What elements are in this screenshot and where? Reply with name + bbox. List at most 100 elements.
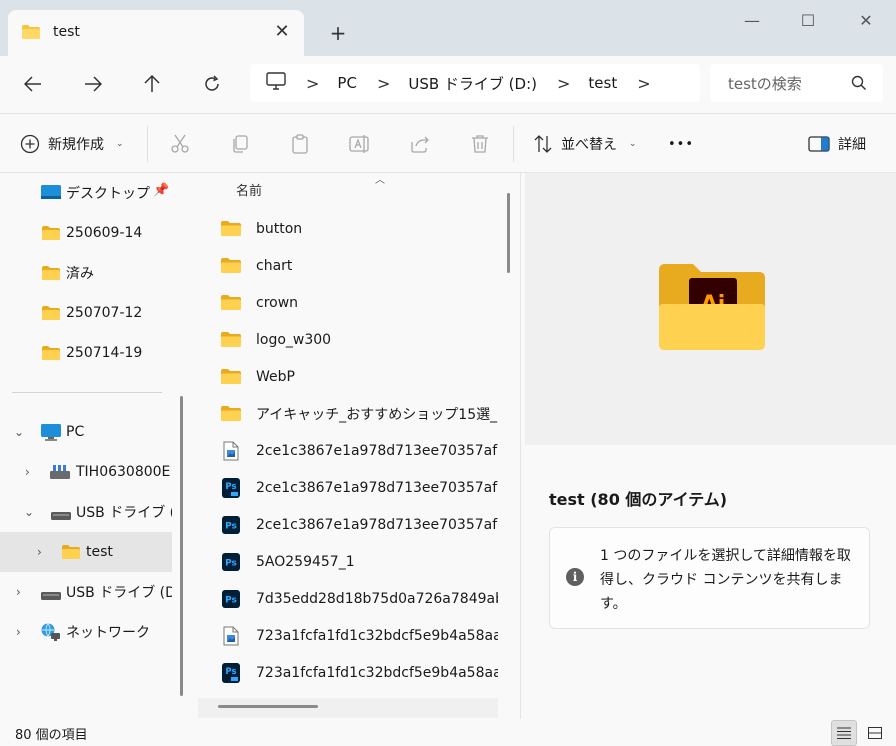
- nav-item-250707-12[interactable]: 250707-12: [0, 293, 172, 333]
- arrow-left-icon: [24, 76, 41, 92]
- cut-icon[interactable]: [169, 133, 191, 155]
- delete-icon[interactable]: [469, 133, 491, 155]
- rename-icon[interactable]: [349, 133, 371, 155]
- folder-icon: [220, 406, 242, 421]
- file-name: 2ce1c3867e1a978d713ee70357af1e79: [256, 442, 498, 459]
- nav-item-pc[interactable]: ⌄ PC: [0, 412, 172, 452]
- forward-button[interactable]: [78, 69, 108, 99]
- chevron-right-icon[interactable]: ›: [16, 585, 21, 599]
- info-icon: i: [566, 568, 584, 586]
- file-name: 723a1fcfa1fd1c32bdcf5e9b4a58aa8a_: [256, 664, 498, 681]
- info-box: i 1 つのファイルを選択して詳細情報を取得し、クラウド コンテンツを共有します…: [549, 527, 870, 629]
- nav-item-local-drive[interactable]: › TIH0630800E (: [0, 452, 172, 492]
- folder-icon: [42, 346, 60, 364]
- sort-icon: [534, 135, 552, 153]
- file-row[interactable]: logo_w300: [198, 321, 498, 358]
- breadcrumb-test[interactable]: test: [588, 74, 617, 92]
- file-row[interactable]: crown: [198, 284, 498, 321]
- file-name: 723a1fcfa1fd1c32bdcf5e9b4a58aa8a_: [256, 627, 498, 644]
- nav-item-desktop[interactable]: デスクトップ 📌: [0, 173, 172, 213]
- column-header-name[interactable]: 名前: [236, 180, 262, 199]
- photoshop-file-icon: Ps: [220, 552, 242, 571]
- chevron-right-icon[interactable]: ›: [37, 545, 42, 559]
- chevron-right-icon[interactable]: ›: [16, 625, 21, 639]
- file-list-horizontal-scrollbar[interactable]: [218, 705, 318, 708]
- navigation-scrollbar[interactable]: [180, 396, 183, 696]
- chevron-right-icon[interactable]: ›: [25, 465, 30, 479]
- file-row[interactable]: Ps 2ce1c3867e1a978d713ee70357af1e79: [198, 469, 498, 506]
- folder-icon: [220, 221, 242, 236]
- folder-icon: [220, 332, 242, 347]
- details-view-button[interactable]: [831, 720, 857, 746]
- image-file-icon: [220, 626, 242, 646]
- file-row[interactable]: WebP: [198, 358, 498, 395]
- share-icon[interactable]: [409, 133, 431, 155]
- close-window-button[interactable]: ✕: [852, 8, 880, 36]
- new-button[interactable]: 新規作成 ⌄: [20, 114, 124, 174]
- nav-item-label: 250707-12: [66, 305, 143, 321]
- tab-test[interactable]: test ✕: [8, 10, 304, 56]
- nav-item-done[interactable]: 済み: [0, 253, 172, 293]
- svg-text:Ps: Ps: [225, 482, 236, 492]
- refresh-button[interactable]: [197, 69, 227, 99]
- details-title: test (80 個のアイテム): [549, 490, 728, 509]
- file-row[interactable]: 723a1fcfa1fd1c32bdcf5e9b4a58aa8a_: [198, 617, 498, 654]
- maximize-button[interactable]: ☐: [794, 8, 822, 36]
- nav-item-usb-drive-2[interactable]: › USB ドライブ (D:): [0, 572, 172, 612]
- breadcrumb-usb-drive[interactable]: USB ドライブ (D:): [408, 73, 537, 94]
- up-button[interactable]: [137, 69, 167, 99]
- nav-item-250714-19[interactable]: 250714-19: [0, 333, 172, 373]
- file-row[interactable]: Ps 5AO259457_1: [198, 543, 498, 580]
- search-icon[interactable]: [851, 75, 867, 95]
- nav-item-label: デスクトップ: [66, 186, 150, 202]
- svg-text:Ps: Ps: [225, 667, 236, 677]
- file-row[interactable]: Ps 7d35edd28d18b75d0a726a7849ab5c4: [198, 580, 498, 617]
- file-row[interactable]: button: [198, 210, 498, 247]
- chevron-down-icon[interactable]: ⌄: [14, 425, 24, 439]
- pin-icon[interactable]: 📌: [153, 183, 169, 198]
- nav-item-network[interactable]: › ネットワーク: [0, 612, 172, 652]
- nav-item-label: test: [86, 544, 113, 560]
- file-name: 2ce1c3867e1a978d713ee70357af1e79: [256, 516, 498, 533]
- copy-icon[interactable]: [229, 133, 251, 155]
- breadcrumb-pc[interactable]: PC: [337, 74, 357, 92]
- status-bar: 80 個の項目: [0, 719, 896, 746]
- divider: [12, 392, 162, 393]
- new-label: 新規作成: [48, 137, 104, 153]
- chevron-right-icon[interactable]: >: [377, 74, 390, 93]
- paste-icon[interactable]: [289, 133, 311, 155]
- address-bar[interactable]: > PC > USB ドライブ (D:) > test >: [250, 64, 700, 102]
- more-options-button[interactable]: •••: [668, 114, 694, 174]
- nav-item-label: PC: [66, 424, 85, 440]
- nav-item-usb-drive[interactable]: ⌄ USB ドライブ (D:: [0, 492, 172, 532]
- tiles-view-button[interactable]: [862, 720, 888, 746]
- file-list-vertical-scrollbar[interactable]: [507, 193, 510, 273]
- arrow-up-icon: [144, 75, 160, 92]
- back-button[interactable]: [18, 69, 48, 99]
- monitor-icon[interactable]: [266, 72, 286, 94]
- new-tab-button[interactable]: +: [326, 22, 350, 46]
- file-name: crown: [256, 294, 299, 311]
- file-row[interactable]: アイキャッチ_おすすめショップ15選_フォルダー: [198, 395, 498, 432]
- file-row[interactable]: 2ce1c3867e1a978d713ee70357af1e79: [198, 432, 498, 469]
- chevron-right-icon[interactable]: >: [306, 74, 319, 93]
- folder-icon: [62, 545, 80, 563]
- nav-item-label: ネットワーク: [66, 625, 150, 641]
- chevron-right-icon[interactable]: >: [637, 74, 650, 93]
- minimize-button[interactable]: —: [738, 8, 766, 36]
- plus-circle-icon: [20, 134, 40, 154]
- svg-text:Ps: Ps: [225, 558, 237, 568]
- file-row[interactable]: chart: [198, 247, 498, 284]
- nav-item-250609-14[interactable]: 250609-14: [0, 213, 172, 253]
- command-bar: 新規作成 ⌄ 並べ替え ⌄ ••• 詳細: [0, 113, 896, 173]
- sort-button[interactable]: 並べ替え ⌄: [533, 114, 637, 174]
- chevron-down-icon[interactable]: ⌄: [24, 505, 34, 519]
- close-tab-icon[interactable]: ✕: [270, 20, 294, 44]
- file-row[interactable]: Ps 2ce1c3867e1a978d713ee70357af1e79: [198, 506, 498, 543]
- chevron-right-icon[interactable]: >: [557, 74, 570, 93]
- file-row[interactable]: Ps 723a1fcfa1fd1c32bdcf5e9b4a58aa8a_: [198, 654, 498, 691]
- details-button[interactable]: 詳細: [808, 114, 866, 174]
- nav-item-label: 済み: [66, 266, 94, 282]
- item-count: 80 個の項目: [15, 728, 88, 743]
- nav-item-test[interactable]: › test: [0, 532, 172, 572]
